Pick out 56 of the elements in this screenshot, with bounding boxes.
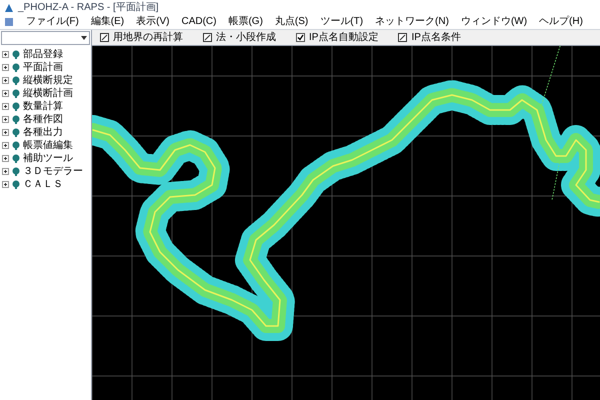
- menu-item[interactable]: ツール(T): [320, 17, 364, 27]
- edit-icon: [398, 33, 408, 42]
- tree-node-icon: [11, 141, 21, 150]
- expand-icon[interactable]: [2, 77, 9, 84]
- expand-icon[interactable]: [2, 90, 9, 97]
- tree-item[interactable]: 平面計画: [23, 62, 63, 72]
- tree-item[interactable]: 補助ツール: [23, 154, 73, 164]
- edit-icon: [203, 33, 212, 42]
- tree-item[interactable]: 帳票値編集: [23, 140, 73, 150]
- tree-node-icon: [11, 167, 21, 176]
- toolbar-button[interactable]: IP点名条件: [411, 32, 461, 42]
- tree-item[interactable]: 各種作図: [23, 114, 63, 124]
- tree-item[interactable]: ＣＡＬＳ: [23, 180, 63, 190]
- app-icon: [4, 2, 14, 12]
- expand-icon[interactable]: [2, 168, 9, 175]
- dropdown-arrow-icon: [81, 36, 87, 40]
- checkbox-label[interactable]: IP点名自動設定: [309, 32, 378, 42]
- menu-item[interactable]: CAD(C): [181, 17, 216, 27]
- expand-icon[interactable]: [2, 103, 9, 110]
- tree-item[interactable]: ３Ｄモデラー: [23, 166, 83, 176]
- expand-icon[interactable]: [2, 129, 9, 136]
- tree-node-icon: [11, 102, 21, 111]
- menu-item[interactable]: 表示(V): [136, 17, 170, 27]
- expand-icon[interactable]: [2, 51, 9, 58]
- toolbar-button[interactable]: 用地界の再計算: [113, 32, 183, 42]
- tree-item[interactable]: 数量計算: [23, 102, 63, 112]
- tree-node-icon: [11, 180, 21, 189]
- tree-node-icon: [11, 63, 21, 72]
- expand-icon[interactable]: [2, 64, 9, 71]
- sidebar-dropdown[interactable]: [1, 31, 90, 45]
- toolbar-button[interactable]: 法・小段作成: [216, 32, 276, 42]
- menu-item[interactable]: ネットワーク(N): [375, 17, 449, 27]
- cad-canvas[interactable]: [92, 46, 600, 400]
- menu-item[interactable]: ファイル(F): [26, 17, 79, 27]
- expand-icon[interactable]: [2, 155, 9, 162]
- window-title: _PHOHZ-A - RAPS - [平面計画]: [18, 2, 159, 12]
- menu-item[interactable]: ヘルプ(H): [539, 17, 583, 27]
- tree-node-icon: [11, 154, 21, 163]
- tree-node-icon: [11, 89, 21, 98]
- tree-node-icon: [11, 50, 21, 59]
- menu-item[interactable]: ウィンドウ(W): [460, 17, 528, 27]
- tree-node-icon: [11, 115, 21, 124]
- tree-node-icon: [11, 128, 21, 137]
- tree-item[interactable]: 縦横断計画: [23, 88, 73, 98]
- menu-item[interactable]: 丸点(S): [274, 17, 308, 27]
- expand-icon[interactable]: [2, 181, 9, 188]
- menu-item[interactable]: 帳票(G): [228, 17, 263, 27]
- tree-item[interactable]: 部品登録: [23, 50, 63, 60]
- expand-icon[interactable]: [2, 116, 9, 123]
- edit-icon: [100, 33, 109, 42]
- tree-node-icon: [11, 76, 21, 85]
- menu-item[interactable]: 編集(E): [90, 17, 124, 27]
- expand-icon[interactable]: [2, 142, 9, 149]
- tree-item[interactable]: 各種出力: [23, 128, 63, 138]
- checkbox[interactable]: [296, 33, 305, 42]
- tree-item[interactable]: 縦横断規定: [23, 76, 73, 86]
